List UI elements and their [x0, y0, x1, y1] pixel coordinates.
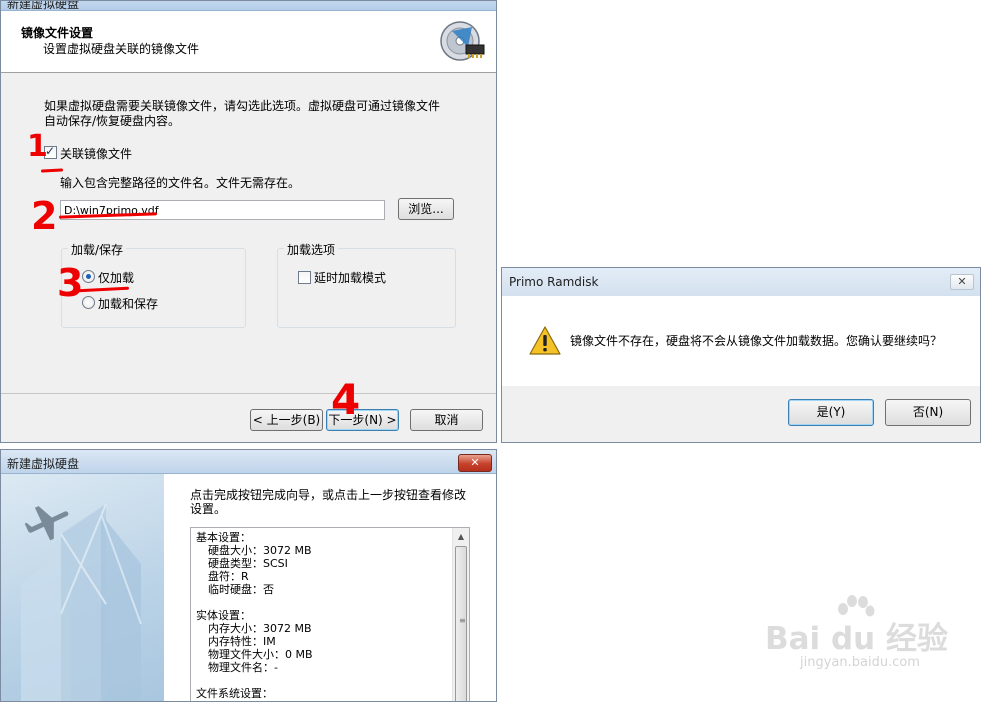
summary-line: 硬盘类型：SCSI: [208, 557, 288, 570]
finish-intro: 点击完成按钮完成向导，或点击上一步按钮查看修改 设置。: [190, 488, 480, 516]
confirm-dialog: Primo Ramdisk ✕ 镜像文件不存在，硬盘将不会从镜像文件加载数据。您…: [501, 267, 981, 443]
warning-icon: [529, 326, 561, 355]
summary-section-header: 文件系统设置：: [196, 687, 273, 700]
description-line: 自动保存/恢复硬盘内容。: [44, 114, 181, 128]
delayed-load-checkbox[interactable]: [298, 271, 311, 284]
browse-button[interactable]: 浏览...: [398, 198, 454, 220]
watermark-logo: Bai du 经验: [765, 621, 949, 657]
summary-line: 盘符：R: [208, 570, 249, 583]
title-bar: 新建虚拟硬盘 ✕: [1, 1, 496, 11]
intro-line: 设置。: [190, 502, 227, 516]
skyline-illustration: [21, 503, 142, 701]
grip-icon: ≡: [459, 616, 466, 625]
footer-divider: [1, 393, 496, 394]
load-options-group: 加载选项: [277, 241, 456, 328]
no-button[interactable]: 否(N): [885, 399, 971, 426]
intro-line: 点击完成按钮完成向导，或点击上一步按钮查看修改: [190, 488, 467, 502]
settings-summary[interactable]: 基本设置： 硬盘大小：3072 MB 硬盘类型：SCSI 盘符：R 临时硬盘：否…: [190, 527, 470, 701]
delayed-load-label: 延时加载模式: [314, 271, 387, 285]
message-area: 镜像文件不存在，硬盘将不会从镜像文件加载数据。您确认要继续吗？: [502, 296, 980, 386]
group-title: 加载选项: [284, 241, 339, 258]
path-hint: 输入包含完整路径的文件名。文件无需存在。: [60, 176, 301, 190]
radio-load-only-label: 仅加载: [98, 271, 135, 285]
summary-line: 内存大小：3072 MB: [208, 622, 312, 635]
summary-line: 内存特性：IM: [208, 635, 276, 648]
description: 如果虚拟硬盘需要关联镜像文件，请勾选此选项。虚拟硬盘可通过镜像文件 自动保存/恢…: [44, 99, 464, 129]
summary-scrollbar[interactable]: ▲ ≡: [452, 528, 469, 701]
yes-button[interactable]: 是(Y): [788, 399, 874, 426]
title-bar: Primo Ramdisk ✕: [502, 268, 980, 296]
summary-line: 物理文件名：-: [208, 661, 278, 674]
annotation-1: 1: [27, 129, 48, 164]
wizard-header: 镜像文件设置 设置虚拟硬盘关联的镜像文件: [1, 11, 496, 73]
description-line: 如果虚拟硬盘需要关联镜像文件，请勾选此选项。虚拟硬盘可通过镜像文件: [44, 99, 441, 113]
summary-section-header: 基本设置：: [196, 531, 251, 544]
scroll-up-arrow-icon[interactable]: ▲: [453, 528, 469, 545]
summary-line: 物理文件大小：0 MB: [208, 648, 313, 661]
dialog-title: Primo Ramdisk: [509, 275, 599, 289]
scroll-thumb[interactable]: ≡: [455, 546, 467, 701]
annotation-underline: [40, 168, 64, 173]
annotation-4: 4: [331, 375, 361, 424]
annotation-3: 3: [57, 261, 84, 305]
summary-line: 临时硬盘：否: [208, 583, 274, 596]
summary-section-header: 实体设置：: [196, 609, 251, 622]
watermark-url: jingyan.baidu.com: [800, 655, 920, 670]
close-button[interactable]: ✕: [950, 274, 974, 290]
new-virtual-disk-wizard-window: 新建虚拟硬盘 ✕ 镜像文件设置 设置虚拟硬盘关联的镜像文件 如果虚拟硬盘需要关联…: [0, 0, 497, 443]
radio-load-and-save[interactable]: [82, 296, 95, 309]
wizard-side-image: [1, 474, 164, 701]
radio-load-and-save-label: 加载和保存: [98, 297, 159, 311]
associate-image-label: 关联镜像文件: [60, 147, 133, 161]
page-subtitle: 设置虚拟硬盘关联的镜像文件: [43, 42, 200, 56]
close-button[interactable]: ✕: [458, 454, 492, 472]
cancel-button[interactable]: 取消: [410, 409, 483, 431]
page-title: 镜像文件设置: [21, 26, 94, 40]
back-button[interactable]: < 上一步(B): [250, 409, 323, 431]
wizard-finish-window: 新建虚拟硬盘 ✕ 点击完成按钮完成向导，或点击上一步按钮查看修改 设置。 基本设…: [0, 449, 497, 702]
dialog-message: 镜像文件不存在，硬盘将不会从镜像文件加载数据。您确认要继续吗？: [570, 334, 943, 348]
image-path-input[interactable]: [60, 200, 385, 220]
annotation-2: 2: [31, 194, 58, 238]
title-bar: 新建虚拟硬盘 ✕: [1, 450, 496, 474]
summary-line: 硬盘大小：3072 MB: [208, 544, 312, 557]
disk-image-icon: [440, 21, 485, 61]
window-title: 新建虚拟硬盘: [7, 457, 80, 471]
group-title: 加载/保存: [68, 241, 127, 258]
radio-load-only[interactable]: [82, 270, 95, 283]
